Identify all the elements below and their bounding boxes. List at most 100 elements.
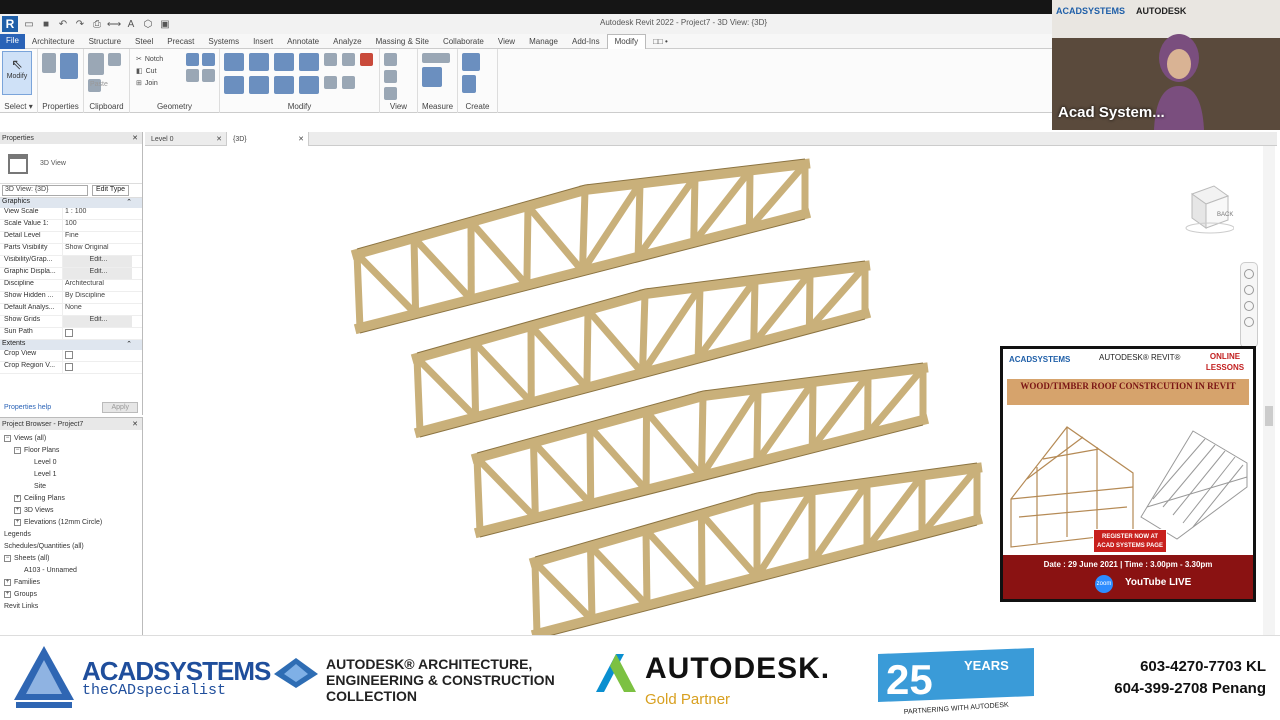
property-value[interactable]: 1 : 100 bbox=[62, 208, 132, 219]
truss-member[interactable] bbox=[413, 354, 424, 436]
truss-member[interactable] bbox=[526, 321, 592, 393]
apply-button[interactable]: Apply bbox=[102, 401, 138, 413]
property-value[interactable]: Show Original bbox=[62, 244, 132, 255]
truss-member[interactable] bbox=[412, 353, 481, 423]
truss-member[interactable] bbox=[638, 290, 649, 377]
tab-file[interactable]: File bbox=[0, 33, 25, 49]
truss-member[interactable] bbox=[410, 234, 420, 318]
ribbon-tab[interactable]: Modify bbox=[606, 33, 647, 49]
create-parts-icon[interactable] bbox=[462, 75, 476, 93]
roof-truss[interactable] bbox=[528, 462, 984, 635]
truss-member[interactable] bbox=[470, 338, 480, 421]
copy-element-icon[interactable] bbox=[249, 76, 269, 94]
truss-member[interactable] bbox=[523, 201, 588, 276]
undo-icon[interactable]: ↶ bbox=[57, 18, 69, 30]
property-checkbox[interactable] bbox=[62, 362, 132, 373]
ribbon-tab[interactable]: Precast bbox=[160, 37, 201, 46]
hide-icon[interactable] bbox=[384, 53, 397, 66]
truss-member[interactable] bbox=[697, 510, 706, 595]
truss-member[interactable] bbox=[530, 557, 597, 625]
scroll-thumb[interactable] bbox=[1265, 406, 1273, 426]
close-icon[interactable]: ✕ bbox=[298, 135, 304, 143]
truss-member[interactable] bbox=[641, 525, 707, 597]
dimension-icon[interactable] bbox=[422, 67, 442, 87]
revit-logo-icon[interactable]: R bbox=[2, 16, 18, 32]
property-value[interactable]: Architectural bbox=[62, 280, 132, 291]
truss-member[interactable] bbox=[750, 276, 759, 348]
browser-node[interactable]: Schedules/Quantities (all) bbox=[0, 540, 142, 552]
rotate-icon[interactable] bbox=[274, 76, 294, 94]
linework-icon[interactable] bbox=[384, 87, 397, 100]
truss-member[interactable] bbox=[690, 173, 699, 247]
register-now-button[interactable]: REGISTER NOW AT ACAD SYSTEMS PAGE bbox=[1093, 529, 1167, 553]
trim-icon[interactable] bbox=[299, 76, 319, 94]
notch-button[interactable]: ✂ Notch bbox=[136, 53, 163, 65]
truss-member[interactable] bbox=[352, 249, 421, 319]
group-extents[interactable]: Extents ⌃ bbox=[0, 340, 142, 350]
checkbox[interactable] bbox=[65, 363, 73, 371]
browser-node[interactable]: + Groups bbox=[0, 588, 142, 600]
pin-icon[interactable] bbox=[342, 53, 355, 66]
save-icon[interactable]: ■ bbox=[40, 18, 52, 30]
browser-node[interactable]: Legends bbox=[0, 528, 142, 540]
print-icon[interactable]: ⎙ bbox=[91, 18, 103, 30]
offset-icon[interactable] bbox=[249, 53, 269, 71]
close-icon[interactable]: ✕ bbox=[216, 135, 222, 143]
truss-member[interactable] bbox=[694, 283, 704, 362]
mirror-axis-icon[interactable] bbox=[274, 53, 294, 71]
ribbon-tab[interactable]: Architecture bbox=[25, 37, 82, 46]
override-icon[interactable] bbox=[384, 70, 397, 83]
truss-member[interactable] bbox=[745, 166, 754, 232]
move-icon[interactable] bbox=[224, 76, 244, 94]
truss-member[interactable] bbox=[753, 385, 762, 466]
property-checkbox[interactable] bbox=[62, 328, 132, 339]
split-face-icon[interactable] bbox=[202, 53, 215, 66]
browser-node[interactable]: Site bbox=[0, 480, 142, 492]
zoom-icon[interactable] bbox=[1244, 285, 1254, 295]
demolish-icon[interactable] bbox=[202, 69, 215, 82]
truss-member[interactable] bbox=[586, 423, 595, 508]
expand-icon[interactable]: + bbox=[14, 494, 21, 502]
group-graphics[interactable]: Graphics ⌃ bbox=[0, 198, 142, 208]
ribbon-tab[interactable]: Systems bbox=[201, 37, 246, 46]
truss-member[interactable] bbox=[578, 186, 589, 275]
collapse-icon[interactable]: − bbox=[4, 554, 11, 562]
property-value[interactable]: By Discipline bbox=[62, 292, 132, 303]
truss-member[interactable] bbox=[583, 306, 592, 392]
truss-member[interactable] bbox=[466, 217, 532, 291]
checkbox[interactable] bbox=[65, 329, 73, 337]
split-icon[interactable] bbox=[324, 53, 337, 66]
nav-options-icon[interactable] bbox=[1244, 317, 1254, 327]
checkbox[interactable] bbox=[65, 351, 73, 359]
browser-node[interactable]: Revit Links bbox=[0, 600, 142, 612]
cut-icon[interactable] bbox=[108, 53, 121, 66]
expand-icon[interactable]: + bbox=[4, 590, 11, 598]
truss-member[interactable] bbox=[353, 250, 364, 332]
truss-member[interactable] bbox=[528, 437, 596, 509]
property-value[interactable]: None bbox=[62, 304, 132, 315]
scale-icon[interactable] bbox=[342, 76, 355, 89]
select-panel-label[interactable]: Select ▾ bbox=[0, 102, 37, 111]
truss-member[interactable] bbox=[585, 422, 652, 495]
truss-member[interactable] bbox=[808, 378, 817, 452]
ribbon-tab[interactable]: Annotate bbox=[280, 37, 326, 46]
text-icon[interactable]: A bbox=[125, 18, 137, 30]
viewcube-icon[interactable]: BACK bbox=[1180, 182, 1234, 236]
property-edit-button[interactable]: Edit... bbox=[62, 268, 132, 279]
paint-icon[interactable] bbox=[186, 53, 199, 66]
measure-distance-icon[interactable] bbox=[422, 53, 450, 63]
property-value[interactable]: Fine bbox=[62, 232, 132, 243]
close-icon[interactable]: ✕ bbox=[132, 420, 138, 428]
paste-icon[interactable] bbox=[88, 53, 104, 75]
ribbon-tab[interactable]: Add-Ins bbox=[565, 37, 607, 46]
truss-member[interactable] bbox=[583, 305, 648, 378]
property-value[interactable]: 100 bbox=[62, 220, 132, 231]
properties-icon[interactable] bbox=[60, 53, 78, 79]
join-button[interactable]: ⊞ Join bbox=[136, 77, 163, 89]
truss-member[interactable] bbox=[473, 454, 484, 536]
expand-icon[interactable]: + bbox=[14, 506, 21, 514]
redo-icon[interactable]: ↷ bbox=[74, 18, 86, 30]
properties-help-link[interactable]: Properties help bbox=[4, 404, 51, 411]
open-icon[interactable]: ▭ bbox=[23, 18, 35, 30]
browser-node[interactable]: A103 - Unnamed bbox=[0, 564, 142, 576]
